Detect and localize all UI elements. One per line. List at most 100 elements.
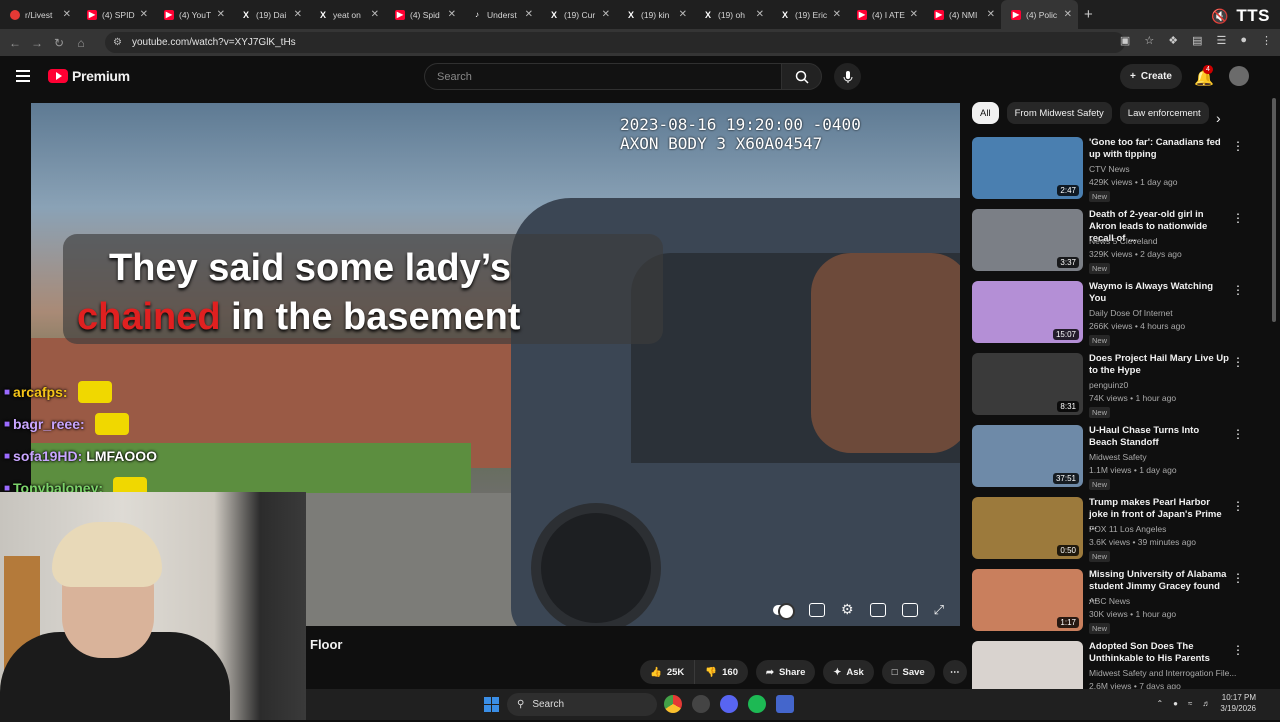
app-icon[interactable] bbox=[776, 695, 794, 713]
browser-menu-icon[interactable]: ⋮ bbox=[1261, 34, 1272, 47]
hamburger-menu-icon[interactable] bbox=[16, 70, 30, 85]
tray-volume-icon[interactable]: ♬ bbox=[1202, 699, 1210, 708]
new-tab-button[interactable]: + bbox=[1084, 6, 1093, 23]
browser-tab[interactable]: ♪ Underst ✕ bbox=[462, 0, 539, 29]
scrollbar-thumb[interactable] bbox=[1272, 98, 1276, 322]
close-tab-icon[interactable]: ✕ bbox=[756, 9, 764, 20]
kebab-menu-icon[interactable]: ⋮ bbox=[1232, 643, 1244, 657]
close-tab-icon[interactable]: ✕ bbox=[448, 9, 456, 20]
channel-name[interactable]: penguinz0 bbox=[1089, 380, 1128, 390]
close-tab-icon[interactable]: ✕ bbox=[987, 9, 995, 20]
video-thumbnail[interactable]: 37:51 bbox=[972, 425, 1083, 487]
reload-icon[interactable]: ↻ bbox=[48, 36, 70, 50]
channel-name[interactable]: News 5 Cleveland bbox=[1089, 236, 1158, 246]
kebab-menu-icon[interactable]: ⋮ bbox=[1232, 355, 1244, 369]
obs-icon[interactable] bbox=[692, 695, 710, 713]
recommended-video[interactable]: 1:17 Missing University of Alabama studen… bbox=[972, 569, 1272, 634]
browser-tab[interactable]: X (19) oh ✕ bbox=[693, 0, 770, 29]
cast-icon[interactable] bbox=[901, 602, 918, 617]
video-thumbnail[interactable]: 15:07 bbox=[972, 281, 1083, 343]
back-icon[interactable]: ← bbox=[4, 36, 26, 50]
kebab-menu-icon[interactable]: ⋮ bbox=[1232, 427, 1244, 441]
windows-start-icon[interactable] bbox=[484, 697, 499, 712]
browser-tab[interactable]: X (19) Dai ✕ bbox=[231, 0, 308, 29]
video-thumbnail[interactable]: 0:50 bbox=[972, 497, 1083, 559]
browser-tab[interactable]: ▶ (4) YouT ✕ bbox=[154, 0, 231, 29]
site-info-icon[interactable]: ⚙ bbox=[113, 37, 122, 48]
search-input[interactable]: Search bbox=[424, 63, 781, 90]
recommended-video[interactable]: 2:47 'Gone too far': Canadians fed up wit… bbox=[972, 137, 1272, 202]
video-title-link[interactable]: Adopted Son Does The Unthinkable to His … bbox=[1089, 641, 1229, 665]
browser-tab[interactable]: ▶ (4) Spid ✕ bbox=[385, 0, 462, 29]
close-tab-icon[interactable]: ✕ bbox=[140, 9, 148, 20]
close-tab-icon[interactable]: ✕ bbox=[63, 9, 71, 20]
extensions-icon[interactable]: ❖ bbox=[1168, 34, 1178, 47]
close-tab-icon[interactable]: ✕ bbox=[910, 9, 918, 20]
sidebar-icon[interactable]: ▤ bbox=[1192, 34, 1202, 47]
recommended-video[interactable]: 15:07 Waymo is Always Watching You Daily D… bbox=[972, 281, 1272, 346]
tray-chevron-icon[interactable]: ⌃ bbox=[1156, 699, 1163, 708]
recommended-video[interactable]: 8:31 Does Project Hail Mary Live Up to th… bbox=[972, 353, 1272, 418]
video-thumbnail[interactable]: 1:17 bbox=[972, 569, 1083, 631]
tray-wifi-icon[interactable]: ≈ bbox=[1188, 699, 1192, 708]
forward-icon[interactable]: → bbox=[26, 36, 48, 50]
like-button[interactable]: 👍 25K bbox=[640, 660, 696, 684]
recommended-video[interactable]: 37:51 U-Haul Chase Turns Into Beach Stand… bbox=[972, 425, 1272, 490]
close-tab-icon[interactable]: ✕ bbox=[679, 9, 687, 20]
channel-name[interactable]: Midwest Safety and Interrogation File... bbox=[1089, 668, 1236, 678]
autoplay-toggle[interactable] bbox=[773, 602, 796, 620]
video-title-link[interactable]: Does Project Hail Mary Live Up to the Hy… bbox=[1089, 353, 1229, 377]
more-actions-button[interactable]: ⋯ bbox=[942, 660, 967, 684]
kebab-menu-icon[interactable]: ⋮ bbox=[1232, 211, 1244, 225]
browser-tab[interactable]: X (19) Cur ✕ bbox=[539, 0, 616, 29]
video-title-link[interactable]: Waymo is Always Watching You bbox=[1089, 281, 1229, 305]
url-field[interactable]: ⚙ youtube.com/watch?v=XYJ7GlK_tHs bbox=[105, 32, 1125, 53]
share-button[interactable]: ➦ Share bbox=[755, 660, 816, 684]
close-tab-icon[interactable]: ✕ bbox=[217, 9, 225, 20]
discord-icon[interactable] bbox=[720, 695, 738, 713]
chrome-icon[interactable] bbox=[664, 695, 682, 713]
close-tab-icon[interactable]: ✕ bbox=[525, 9, 533, 20]
browser-tab[interactable]: X (19) kin ✕ bbox=[616, 0, 693, 29]
filter-chip[interactable]: From Midwest Safety bbox=[1006, 102, 1112, 124]
video-thumbnail[interactable]: 8:31 bbox=[972, 353, 1083, 415]
bookmark-star-icon[interactable]: ☆ bbox=[1144, 34, 1154, 47]
recommended-video[interactable]: 3:37 Death of 2-year-old girl in Akron le… bbox=[972, 209, 1272, 274]
browser-tab[interactable]: Xyeat on ✕ bbox=[308, 0, 385, 29]
dislike-button[interactable]: 👎 160 bbox=[695, 660, 748, 684]
clock[interactable]: 10:17 PM 3/19/2026 bbox=[1220, 692, 1256, 714]
browser-tab[interactable]: ▶ (4) SPID ✕ bbox=[77, 0, 154, 29]
close-tab-icon[interactable]: ✕ bbox=[1064, 9, 1072, 20]
channel-name[interactable]: Daily Dose Of Internet bbox=[1089, 308, 1173, 318]
filter-chip[interactable]: Law enforcement bbox=[1119, 102, 1209, 124]
video-thumbnail[interactable]: 2:47 bbox=[972, 137, 1083, 199]
taskbar-search[interactable]: ⚲ Search bbox=[507, 693, 657, 716]
search-button[interactable] bbox=[781, 63, 822, 90]
settings-gear-icon[interactable]: ⚙ bbox=[841, 601, 854, 618]
home-icon[interactable]: ⌂ bbox=[70, 36, 92, 50]
kebab-menu-icon[interactable]: ⋮ bbox=[1232, 499, 1244, 513]
subtitles-icon[interactable] bbox=[809, 602, 826, 617]
recommended-video[interactable]: 0:50 Trump makes Pearl Harbor joke in fro… bbox=[972, 497, 1272, 562]
voice-search-button[interactable] bbox=[834, 63, 861, 90]
video-thumbnail[interactable]: 3:37 bbox=[972, 209, 1083, 271]
close-tab-icon[interactable]: ✕ bbox=[294, 9, 302, 20]
chips-next-chevron-icon[interactable]: › bbox=[1216, 110, 1221, 126]
install-icon[interactable]: ▣ bbox=[1120, 34, 1130, 47]
browser-tab[interactable]: r/Livest ✕ bbox=[0, 0, 77, 29]
save-button[interactable]: □ Save bbox=[881, 660, 935, 684]
video-title-link[interactable]: 'Gone too far': Canadians fed up with ti… bbox=[1089, 137, 1229, 161]
ask-button[interactable]: ✦ Ask bbox=[823, 660, 874, 684]
close-tab-icon[interactable]: ✕ bbox=[833, 9, 841, 20]
kebab-menu-icon[interactable]: ⋮ bbox=[1232, 139, 1244, 153]
channel-name[interactable]: ABC News bbox=[1089, 596, 1130, 606]
browser-tab[interactable]: ▶ (4) I ATE ✕ bbox=[847, 0, 924, 29]
youtube-logo[interactable]: Premium bbox=[48, 68, 130, 84]
channel-name[interactable]: CTV News bbox=[1089, 164, 1130, 174]
tray-mic-icon[interactable]: ● bbox=[1173, 699, 1178, 708]
close-tab-icon[interactable]: ✕ bbox=[602, 9, 610, 20]
media-controls-icon[interactable]: ☰ bbox=[1216, 34, 1226, 47]
account-avatar[interactable] bbox=[1229, 66, 1249, 86]
profile-icon[interactable]: ● bbox=[1240, 34, 1247, 47]
close-tab-icon[interactable]: ✕ bbox=[371, 9, 379, 20]
